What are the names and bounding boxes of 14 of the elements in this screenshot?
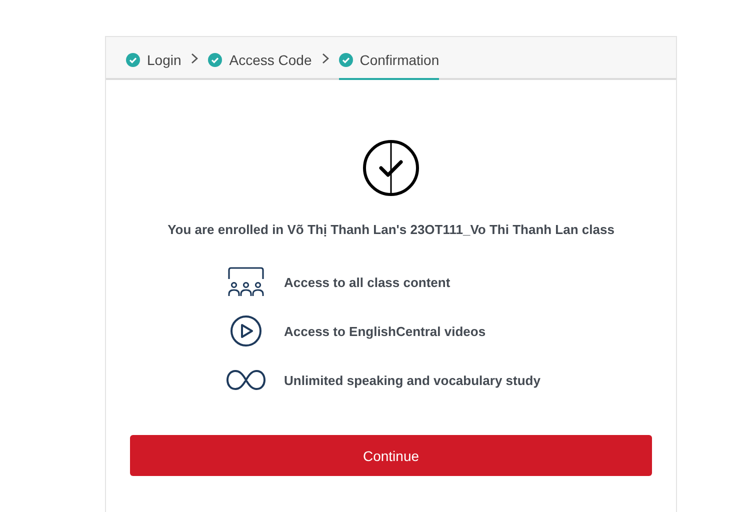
feature-text: Access to EnglishCentral videos (284, 324, 486, 338)
continue-button[interactable]: Continue (130, 435, 652, 476)
play-icon (230, 315, 262, 347)
classroom-icon (227, 267, 265, 297)
chevron-icon (322, 53, 329, 64)
step-tab[interactable]: Confirmation (338, 37, 440, 80)
feature-text: Access to all class content (284, 274, 450, 290)
check-circle-icon (362, 139, 420, 197)
step-tab[interactable]: Access Code (208, 37, 312, 80)
step-tab[interactable]: Login (126, 37, 182, 80)
enrollment-message: You are enrolled in Võ Thị Thanh Lan's 23OT111_Vo Thi Thanh Lan class (168, 222, 614, 237)
infinity-icon (226, 369, 266, 391)
feature-text: Unlimited speaking and vocabulary study (284, 372, 540, 388)
chevron-icon (191, 53, 198, 64)
